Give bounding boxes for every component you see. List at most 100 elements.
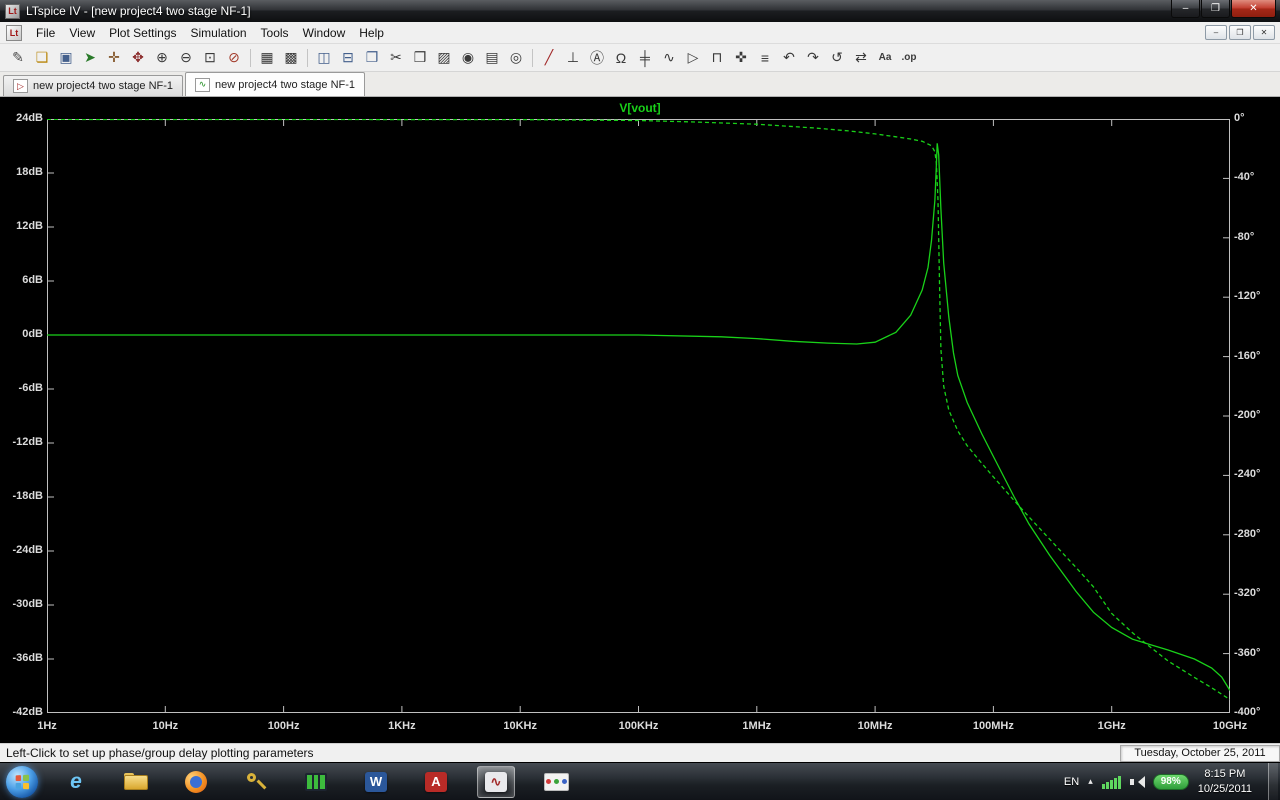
text-icon[interactable]: Aa	[873, 46, 897, 69]
y-right-tick-label[interactable]: -200°	[1234, 409, 1280, 421]
run-icon[interactable]: ➤	[78, 46, 102, 69]
mirror-icon[interactable]: ⇄	[849, 46, 873, 69]
tile-horizontally-icon[interactable]: ◫	[312, 46, 336, 69]
plot-area[interactable]	[47, 119, 1230, 713]
wire-icon[interactable]: ╱	[537, 46, 561, 69]
tab-waveform[interactable]: ∿new project4 two stage NF-1	[185, 72, 365, 96]
y-right-tick-label[interactable]: -80°	[1234, 231, 1280, 243]
ground-icon[interactable]: ⊥	[561, 46, 585, 69]
halt-icon[interactable]: ✥	[126, 46, 150, 69]
y-left-tick-label[interactable]: -6dB	[0, 382, 43, 394]
y-right-tick-label[interactable]: -40°	[1234, 171, 1280, 183]
x-tick-label[interactable]: 10Hz	[130, 720, 200, 732]
menu-view[interactable]: View	[62, 23, 102, 43]
taskbar-app-key-utility[interactable]	[237, 766, 275, 798]
y-left-tick-label[interactable]: 6dB	[0, 274, 43, 286]
language-indicator[interactable]: EN	[1064, 776, 1079, 788]
start-button[interactable]	[6, 766, 38, 798]
y-right-tick-label[interactable]: -400°	[1234, 706, 1280, 718]
taskbar-app-ltspice[interactable]: ∿	[477, 766, 515, 798]
find-icon[interactable]: ◉	[456, 46, 480, 69]
print-preview-icon[interactable]: ◎	[504, 46, 528, 69]
menu-file[interactable]: File	[29, 23, 62, 43]
label-net-icon[interactable]: Ⓐ	[585, 46, 609, 69]
diode-icon[interactable]: ▷	[681, 46, 705, 69]
menu-help[interactable]: Help	[352, 23, 391, 43]
copy-icon[interactable]: ❒	[408, 46, 432, 69]
print-icon[interactable]: ▤	[480, 46, 504, 69]
x-tick-label[interactable]: 100Hz	[249, 720, 319, 732]
zoom-in-icon[interactable]: ⊕	[150, 46, 174, 69]
save-icon[interactable]: ▣	[54, 46, 78, 69]
x-tick-label[interactable]: 10MHz	[840, 720, 910, 732]
redo-icon[interactable]: ↷	[801, 46, 825, 69]
cascade-windows-icon[interactable]: ❐	[360, 46, 384, 69]
y-right-tick-label[interactable]: -320°	[1234, 587, 1280, 599]
taskbar-clock[interactable]: 8:15 PM 10/25/2011	[1198, 767, 1252, 796]
x-tick-label[interactable]: 10GHz	[1195, 720, 1265, 732]
y-right-tick-label[interactable]: -240°	[1234, 468, 1280, 480]
mdi-close-button[interactable]: ✕	[1253, 25, 1275, 40]
y-left-tick-label[interactable]: 18dB	[0, 166, 43, 178]
trace-legend-label[interactable]: V[vout]	[0, 101, 1280, 115]
taskbar-app-windows-explorer[interactable]	[117, 766, 155, 798]
cut-icon[interactable]: ✂	[384, 46, 408, 69]
paste-icon[interactable]: ▨	[432, 46, 456, 69]
control-panel-icon[interactable]: ✛	[102, 46, 126, 69]
taskbar-app-internet-explorer[interactable]: e	[57, 766, 95, 798]
taskbar-app-firefox[interactable]	[177, 766, 215, 798]
menu-window[interactable]: Window	[296, 23, 353, 43]
y-right-tick-label[interactable]: -360°	[1234, 647, 1280, 659]
y-right-tick-label[interactable]: 0°	[1234, 112, 1280, 124]
zoom-area-icon[interactable]: ⊡	[198, 46, 222, 69]
x-tick-label[interactable]: 10KHz	[485, 720, 555, 732]
y-left-tick-label[interactable]: -12dB	[0, 436, 43, 448]
network-signal-icon[interactable]	[1102, 775, 1121, 789]
menu-simulation[interactable]: Simulation	[184, 23, 254, 43]
volume-icon[interactable]	[1130, 775, 1144, 788]
y-left-tick-label[interactable]: 24dB	[0, 112, 43, 124]
menu-tools[interactable]: Tools	[254, 23, 296, 43]
y-left-tick-label[interactable]: 0dB	[0, 328, 43, 340]
x-tick-label[interactable]: 100MHz	[958, 720, 1028, 732]
mdi-document-icon[interactable]: Lt	[6, 25, 22, 41]
menu-plot-settings[interactable]: Plot Settings	[102, 23, 183, 43]
mdi-restore-button[interactable]: ❐	[1229, 25, 1251, 40]
taskbar-app-media-utility[interactable]	[297, 766, 335, 798]
x-tick-label[interactable]: 1GHz	[1077, 720, 1147, 732]
tile-vertically-icon[interactable]: ⊟	[336, 46, 360, 69]
y-right-tick-label[interactable]: -120°	[1234, 290, 1280, 302]
hidden-icons-arrow[interactable]: ▴	[1088, 776, 1093, 787]
x-tick-label[interactable]: 100KHz	[604, 720, 674, 732]
tab-schematic[interactable]: ▷new project4 two stage NF-1	[3, 75, 183, 96]
y-left-tick-label[interactable]: -24dB	[0, 544, 43, 556]
mark-data-points-icon[interactable]: ▩	[279, 46, 303, 69]
capacitor-icon[interactable]: ╪	[633, 46, 657, 69]
resistor-icon[interactable]: Ω	[609, 46, 633, 69]
close-button[interactable]: ✕	[1231, 0, 1276, 18]
y-left-tick-label[interactable]: 12dB	[0, 220, 43, 232]
y-right-tick-label[interactable]: -160°	[1234, 350, 1280, 362]
y-left-tick-label[interactable]: -42dB	[0, 706, 43, 718]
grid-icon[interactable]: ▦	[255, 46, 279, 69]
maximize-button[interactable]: ❐	[1201, 0, 1230, 18]
y-left-tick-label[interactable]: -36dB	[0, 652, 43, 664]
battery-indicator[interactable]: 98%	[1153, 774, 1189, 790]
spice-directive-icon[interactable]: .op	[897, 46, 921, 69]
component-icon[interactable]: ⊓	[705, 46, 729, 69]
y-right-tick-label[interactable]: -280°	[1234, 528, 1280, 540]
show-desktop-button[interactable]	[1268, 763, 1278, 800]
new-schematic-icon[interactable]: ✎	[6, 46, 30, 69]
zoom-full-extents-icon[interactable]: ⊘	[222, 46, 246, 69]
x-tick-label[interactable]: 1KHz	[367, 720, 437, 732]
open-icon[interactable]: ❏	[30, 46, 54, 69]
mdi-minimize-button[interactable]: –	[1205, 25, 1227, 40]
move-icon[interactable]: ✜	[729, 46, 753, 69]
drag-icon[interactable]: ≡	[753, 46, 777, 69]
minimize-button[interactable]: –	[1171, 0, 1200, 18]
taskbar-app-adobe-reader[interactable]: A	[417, 766, 455, 798]
y-left-tick-label[interactable]: -18dB	[0, 490, 43, 502]
y-left-tick-label[interactable]: -30dB	[0, 598, 43, 610]
rotate-icon[interactable]: ↺	[825, 46, 849, 69]
taskbar-app-word[interactable]: W	[357, 766, 395, 798]
